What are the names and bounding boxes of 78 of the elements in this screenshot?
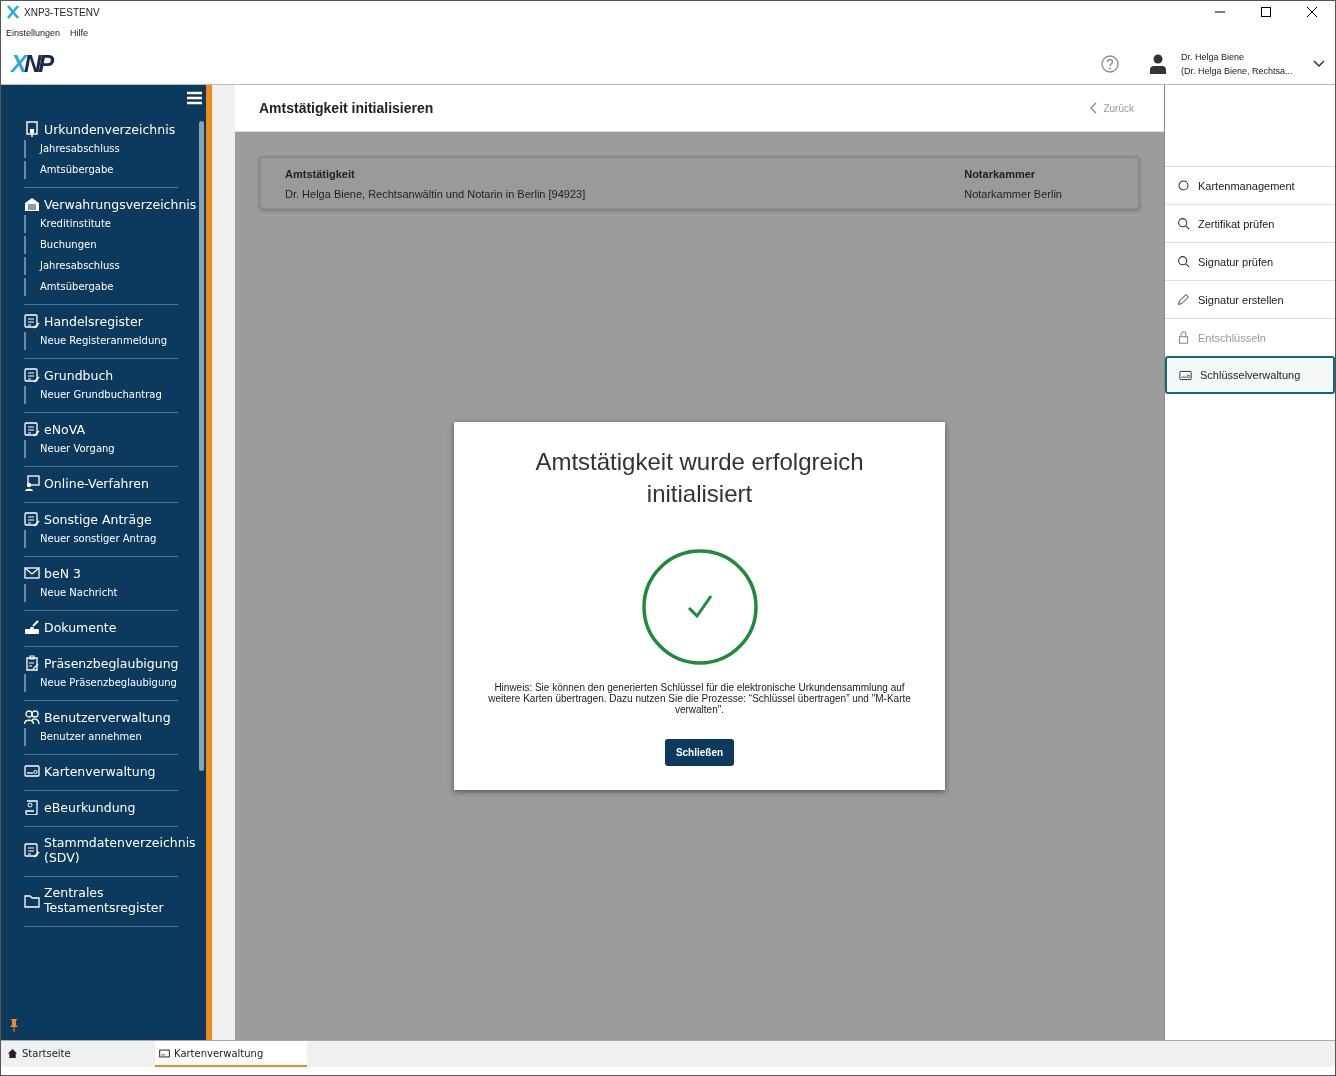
sidebar-section[interactable]: Grundbuch: [44, 367, 114, 383]
user-name: Dr. Helga Biene: [1181, 51, 1246, 62]
card-icon: [1179, 368, 1192, 382]
action-item[interactable]: Kartenmanagement: [1165, 166, 1335, 204]
sidebar-item[interactable]: Amtsübergabe: [24, 278, 178, 296]
menu-icon[interactable]: [187, 91, 202, 105]
action-item[interactable]: Signatur prüfen: [1165, 242, 1335, 280]
sidebar-item[interactable]: Neue Nachricht: [24, 584, 178, 602]
card-icon: [159, 1047, 170, 1059]
pencil-icon: [1177, 293, 1190, 306]
sidebar-section[interactable]: Sonstige Anträge: [44, 511, 152, 527]
sidebar-item[interactable]: Benutzer annehmen: [24, 728, 178, 746]
users-icon: [24, 709, 40, 725]
sidebar-section[interactable]: Urkundenverzeichnis: [44, 121, 176, 137]
menu-item[interactable]: Einstellungen: [6, 28, 61, 38]
field-label: Amtstätigkeit: [285, 168, 356, 180]
field-value: Dr. Helga Biene, Rechtsanwältin und Notarin in Berlin [94923]: [285, 188, 586, 200]
sidebar-section[interactable]: beN 3: [44, 565, 81, 581]
sidebar-section[interactable]: Handelsregister: [44, 313, 143, 329]
card-icon: [24, 763, 40, 779]
form-icon: [24, 511, 40, 527]
sidebar-section[interactable]: Stammdatenverzeichnis (SDV): [44, 835, 196, 865]
form-icon: [24, 842, 40, 858]
folder-icon: [24, 892, 40, 908]
scroll-icon: [24, 799, 40, 815]
sidebar-item[interactable]: Jahresabschluss: [24, 140, 178, 158]
sidebar-item[interactable]: Kreditinstitute: [24, 215, 178, 233]
chevron-down-icon[interactable]: [1313, 59, 1325, 68]
sidebar-section[interactable]: eNoVA: [44, 421, 85, 437]
document-icon: [24, 121, 40, 137]
pin-icon[interactable]: [9, 1018, 19, 1032]
sidebar-section[interactable]: Kartenverwaltung: [44, 763, 156, 779]
sidebar-item[interactable]: Neuer Vorgang: [24, 440, 178, 458]
sidebar-item[interactable]: Neuer sonstiger Antrag: [24, 530, 178, 548]
app-icon: [7, 5, 19, 19]
sidebar-section[interactable]: Verwahrungsverzeichnis: [44, 196, 197, 212]
sidebar-item[interactable]: Jahresabschluss: [24, 257, 178, 275]
user-icon: [1149, 53, 1167, 74]
chevron-left-icon: [1090, 102, 1098, 114]
window-title: XNP3-TESTENV: [24, 6, 100, 18]
clipboard-icon: [24, 655, 40, 671]
search-icon: [1177, 217, 1190, 230]
user-role: (Dr. Helga Biene, Rechtsa...: [1181, 65, 1294, 76]
action-item[interactable]: Signatur erstellen: [1165, 280, 1335, 318]
mail-icon: [24, 565, 40, 581]
form-icon: [24, 421, 40, 437]
form-icon: [24, 367, 40, 383]
close-button[interactable]: Schließen: [664, 739, 735, 766]
help-icon[interactable]: [1101, 54, 1119, 73]
hint-text: Hinweis: Sie können den generierten Schlüssel für die elektronische Urkundensammlung auf weitere Karten übertragen. Dazu nutzen Sie die Prozesse: “Schlüssel übertragen” und "M-Karte verwalten".: [487, 682, 912, 715]
menu-item[interactable]: Hilfe: [70, 28, 89, 38]
sidebar-item[interactable]: Buchungen: [24, 236, 178, 254]
sidebar-section[interactable]: Präsenzbeglaubigung: [44, 655, 179, 671]
sidebar-item[interactable]: Amtsübergabe: [24, 161, 178, 179]
tab[interactable]: Startseite: [3, 1041, 155, 1067]
lock-icon: [1177, 331, 1190, 344]
presentation-icon: [24, 475, 40, 491]
sidebar-section[interactable]: Benutzerverwaltung: [44, 709, 171, 725]
sidebar-section[interactable]: Zentrales Testamentsregister: [44, 885, 178, 915]
action-item[interactable]: Schlüsselverwaltung: [1165, 356, 1335, 394]
action-item[interactable]: Zertifikat prüfen: [1165, 204, 1335, 242]
field-label: Notarkammer: [964, 168, 1037, 180]
home-icon: [7, 1047, 18, 1059]
success-check-icon: [640, 548, 759, 666]
sidebar-item[interactable]: Neue Präsenzbeglaubigung: [24, 674, 178, 692]
stamp-icon: [24, 619, 40, 635]
sidebar-section[interactable]: eBeurkundung: [44, 799, 136, 815]
sidebar-section[interactable]: Dokumente: [44, 619, 117, 635]
search-icon: [1177, 255, 1190, 268]
dialog-title: Amtstätigkeit wurde erfolgreich initialisiert: [534, 447, 865, 509]
sidebar-section[interactable]: Online-Verfahren: [44, 475, 149, 491]
field-value: Notarkammer Berlin: [964, 188, 1062, 200]
page-title: Amtstätigkeit initialisieren: [259, 100, 434, 116]
sidebar-item[interactable]: Neue Registeranmeldung: [24, 332, 178, 350]
tab[interactable]: Kartenverwaltung: [155, 1041, 307, 1067]
form-icon: [24, 313, 40, 329]
sidebar-item[interactable]: Neuer Grundbuchantrag: [24, 386, 178, 404]
logo: XNP: [11, 49, 52, 78]
